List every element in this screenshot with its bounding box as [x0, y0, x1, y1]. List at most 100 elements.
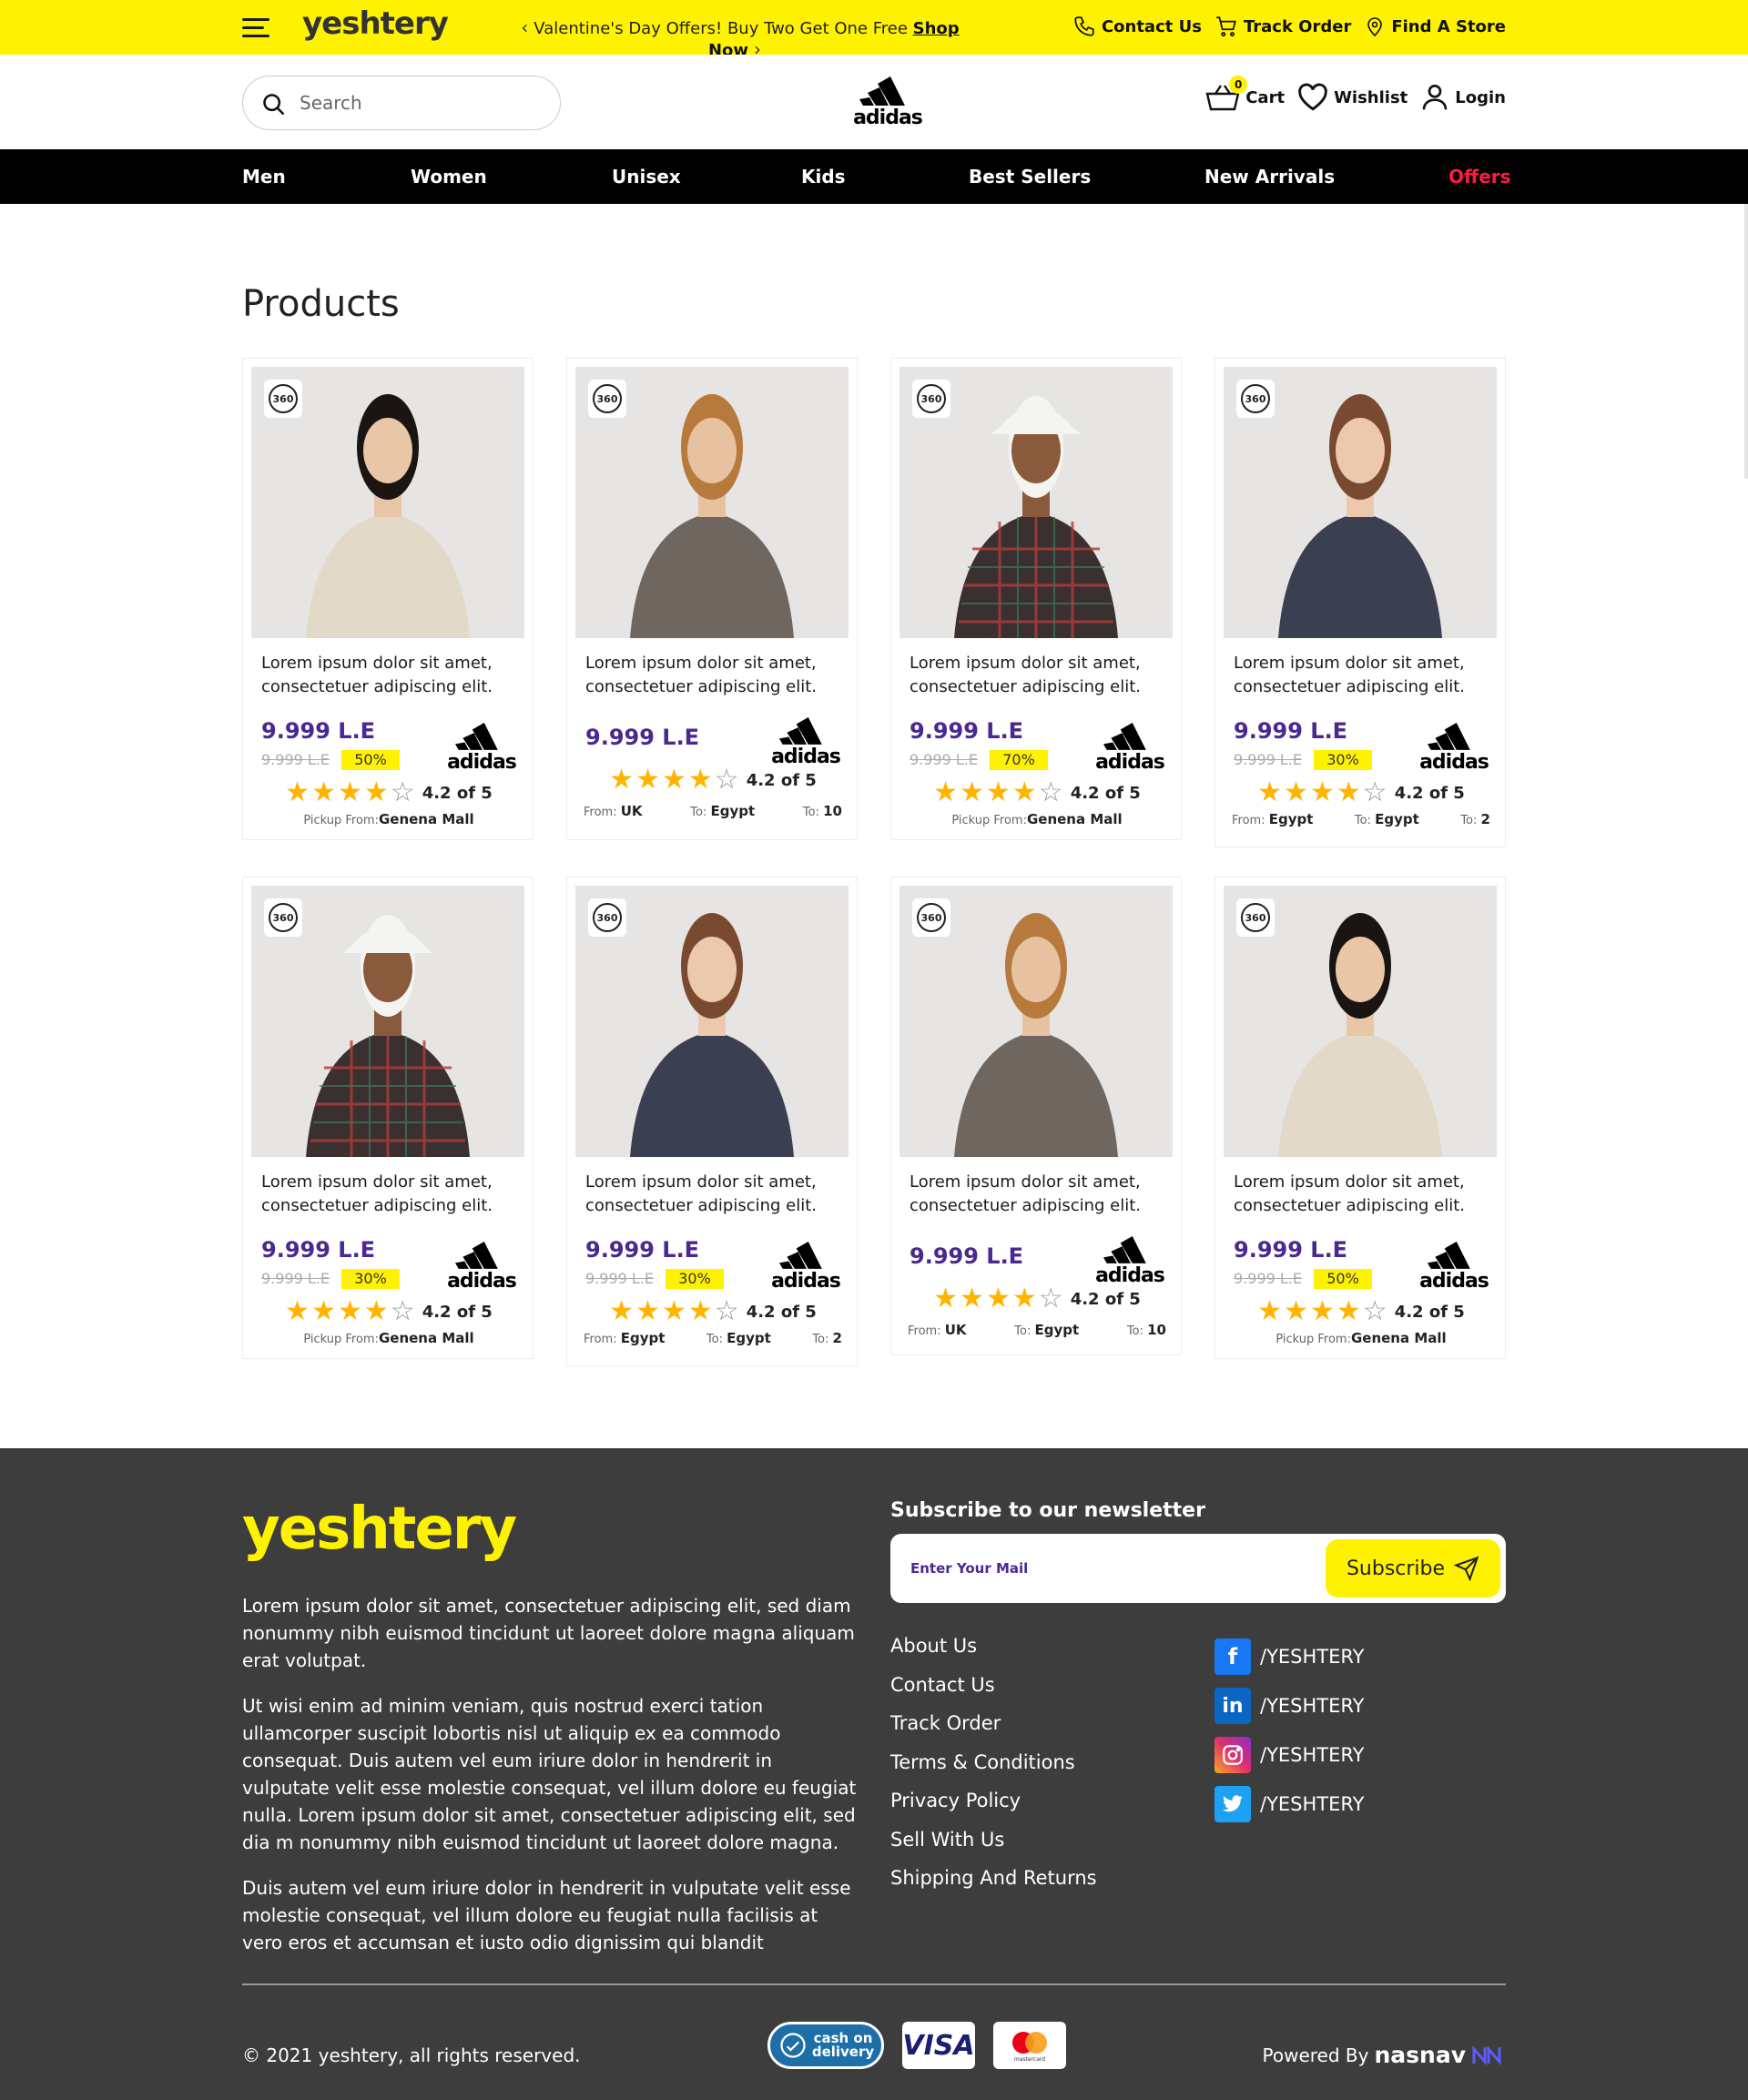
360-view-icon[interactable]: 360 — [1236, 380, 1275, 418]
nav-item-unisex[interactable]: Unisex — [612, 166, 681, 188]
nav-item-offers[interactable]: Offers — [1448, 166, 1511, 188]
search-bar[interactable] — [242, 76, 561, 130]
login-button[interactable]: Login — [1420, 82, 1506, 113]
product-image[interactable]: 360 — [251, 886, 524, 1157]
discount-badge: 70% — [990, 750, 1048, 770]
nav-item-best-sellers[interactable]: Best Sellers — [969, 166, 1091, 188]
product-name[interactable]: Lorem ipsum dolor sit amet, consectetuer… — [910, 1171, 1174, 1218]
track-order-link[interactable]: Track Order — [1214, 15, 1351, 38]
product-card[interactable]: 360 Lorem ipsum dolor sit amet, consectet… — [890, 358, 1182, 840]
nasnav-brand[interactable]: nasnav — [1374, 2042, 1466, 2068]
rating-text: 4.2 of 5 — [422, 783, 493, 803]
footer-logo[interactable]: yeshtery — [242, 1496, 517, 1563]
product-card[interactable]: 360 Lorem ipsum dolor sit amet, consectet… — [566, 877, 858, 1366]
footer-link-track-order[interactable]: Track Order — [890, 1709, 1097, 1749]
star-icon: ★ — [311, 776, 336, 808]
from-label: From: — [584, 806, 617, 819]
star-icon: ★ — [985, 1283, 1011, 1314]
subscribe-button[interactable]: Subscribe — [1326, 1539, 1500, 1598]
yeshtery-logo[interactable]: yeshtery — [302, 5, 449, 42]
star-icon: ★ — [933, 1283, 959, 1314]
product-image[interactable]: 360 — [575, 886, 849, 1157]
footer-divider — [242, 1983, 1506, 1985]
brand-wordmark: adidas — [1419, 1270, 1489, 1293]
product-name[interactable]: Lorem ipsum dolor sit amet, consectetuer… — [585, 652, 849, 699]
contact-us-link[interactable]: Contact Us — [1072, 15, 1202, 38]
rating: ★ ★ ★ ★ ☆ 4.2 of 5 — [567, 766, 859, 794]
adidas-stripes-icon — [1428, 722, 1470, 750]
360-view-icon[interactable]: 360 — [912, 380, 950, 418]
product-card[interactable]: 360 Lorem ipsum dolor sit amet, consectet… — [566, 358, 858, 840]
product-name[interactable]: Lorem ipsum dolor sit amet, consectetuer… — [910, 652, 1174, 699]
footer-link-sell-with-us[interactable]: Sell With Us — [890, 1826, 1097, 1865]
product-card[interactable]: 360 Lorem ipsum dolor sit amet, consectet… — [1214, 877, 1506, 1359]
footer-link-contact-us[interactable]: Contact Us — [890, 1671, 1097, 1710]
footer-link-privacy[interactable]: Privacy Policy — [890, 1787, 1097, 1826]
social-facebook[interactable]: f /YESHTERY — [1214, 1632, 1364, 1681]
chevron-left-icon[interactable]: ‹ — [515, 16, 534, 38]
product-name[interactable]: Lorem ipsum dolor sit amet, consectetuer… — [1234, 1171, 1498, 1218]
nav-item-men[interactable]: Men — [242, 166, 286, 188]
rating: ★ ★ ★ ★ ☆ 4.2 of 5 — [891, 779, 1183, 807]
product-image[interactable]: 360 — [899, 886, 1173, 1157]
product-name[interactable]: Lorem ipsum dolor sit amet, consectetuer… — [261, 1171, 525, 1218]
brand-logo[interactable]: adidas — [771, 715, 841, 767]
product-card[interactable]: 360 Lorem ipsum dolor sit amet, consectet… — [242, 358, 534, 840]
from-label: From: — [908, 1324, 941, 1338]
find-a-store-link[interactable]: Find A Store — [1364, 15, 1506, 38]
star-icon: ★ — [960, 776, 984, 808]
360-view-icon[interactable]: 360 — [1236, 898, 1275, 937]
footer-link-shipping[interactable]: Shipping And Returns — [890, 1864, 1097, 1903]
instagram-icon — [1214, 1737, 1251, 1773]
brand-logo[interactable]: adidas — [1095, 721, 1165, 773]
track-order-label: Track Order — [1243, 16, 1352, 36]
product-image[interactable]: 360 — [1224, 367, 1497, 638]
brand-logo[interactable]: adidas — [771, 1240, 841, 1292]
main-header: adidas 0 Cart Wishlist Login — [0, 55, 1748, 149]
footer-link-terms[interactable]: Terms & Conditions — [890, 1749, 1097, 1788]
star-icon: ☆ — [714, 764, 739, 796]
rating: ★ ★ ★ ★ ☆ 4.2 of 5 — [243, 1298, 534, 1325]
brand-logo[interactable]: adidas — [847, 75, 929, 129]
product-image[interactable]: 360 — [899, 367, 1173, 638]
brand-logo[interactable]: adidas — [447, 1240, 517, 1292]
search-icon[interactable] — [261, 92, 287, 117]
newsletter-email-input[interactable] — [909, 1556, 1291, 1581]
hamburger-menu-icon[interactable] — [242, 18, 269, 38]
brand-wordmark: adidas — [853, 107, 923, 129]
product-image[interactable]: 360 — [251, 367, 524, 638]
product-image[interactable]: 360 — [1224, 886, 1497, 1157]
footer-link-about-us[interactable]: About Us — [890, 1632, 1097, 1671]
360-view-icon[interactable]: 360 — [588, 380, 626, 418]
search-input[interactable] — [298, 90, 534, 116]
360-view-icon[interactable]: 360 — [264, 898, 302, 937]
rating-text: 4.2 of 5 — [746, 770, 817, 790]
brand-logo[interactable]: adidas — [1095, 1234, 1165, 1286]
product-name[interactable]: Lorem ipsum dolor sit amet, consectetuer… — [1234, 652, 1498, 699]
nav-item-women[interactable]: Women — [411, 166, 487, 188]
nav-item-new-arrivals[interactable]: New Arrivals — [1204, 166, 1335, 188]
social-instagram[interactable]: /YESHTERY — [1214, 1730, 1364, 1780]
star-icon: ★ — [337, 1295, 362, 1327]
cart-button[interactable]: 0 Cart — [1205, 76, 1285, 112]
promo-banner: ‹ Valentine's Day Offers! Buy Two Get One… — [492, 16, 983, 60]
product-card[interactable]: 360 Lorem ipsum dolor sit amet, consectet… — [242, 877, 534, 1359]
product-image[interactable]: 360 — [575, 367, 849, 638]
360-view-icon[interactable]: 360 — [912, 898, 950, 937]
product-card[interactable]: 360 Lorem ipsum dolor sit amet, consectet… — [1214, 358, 1506, 847]
product-name[interactable]: Lorem ipsum dolor sit amet, consectetuer… — [585, 1171, 849, 1218]
brand-logo[interactable]: adidas — [1419, 1240, 1489, 1293]
social-twitter[interactable]: /YESHTERY — [1214, 1780, 1364, 1829]
wishlist-button[interactable]: Wishlist — [1297, 83, 1408, 112]
360-view-icon[interactable]: 360 — [588, 898, 626, 937]
brand-logo[interactable]: adidas — [447, 721, 517, 773]
newsletter-form: Subscribe — [890, 1534, 1506, 1603]
social-linkedin[interactable]: in /YESHTERY — [1214, 1681, 1364, 1730]
product-name[interactable]: Lorem ipsum dolor sit amet, consectetuer… — [261, 652, 525, 699]
brand-logo[interactable]: adidas — [1419, 721, 1489, 773]
nav-item-kids[interactable]: Kids — [801, 166, 846, 188]
pickup-label: Pickup From: — [1275, 1333, 1351, 1346]
360-view-icon[interactable]: 360 — [264, 380, 302, 418]
to-label: To: — [706, 1333, 723, 1346]
product-card[interactable]: 360 Lorem ipsum dolor sit amet, consectet… — [890, 877, 1182, 1355]
